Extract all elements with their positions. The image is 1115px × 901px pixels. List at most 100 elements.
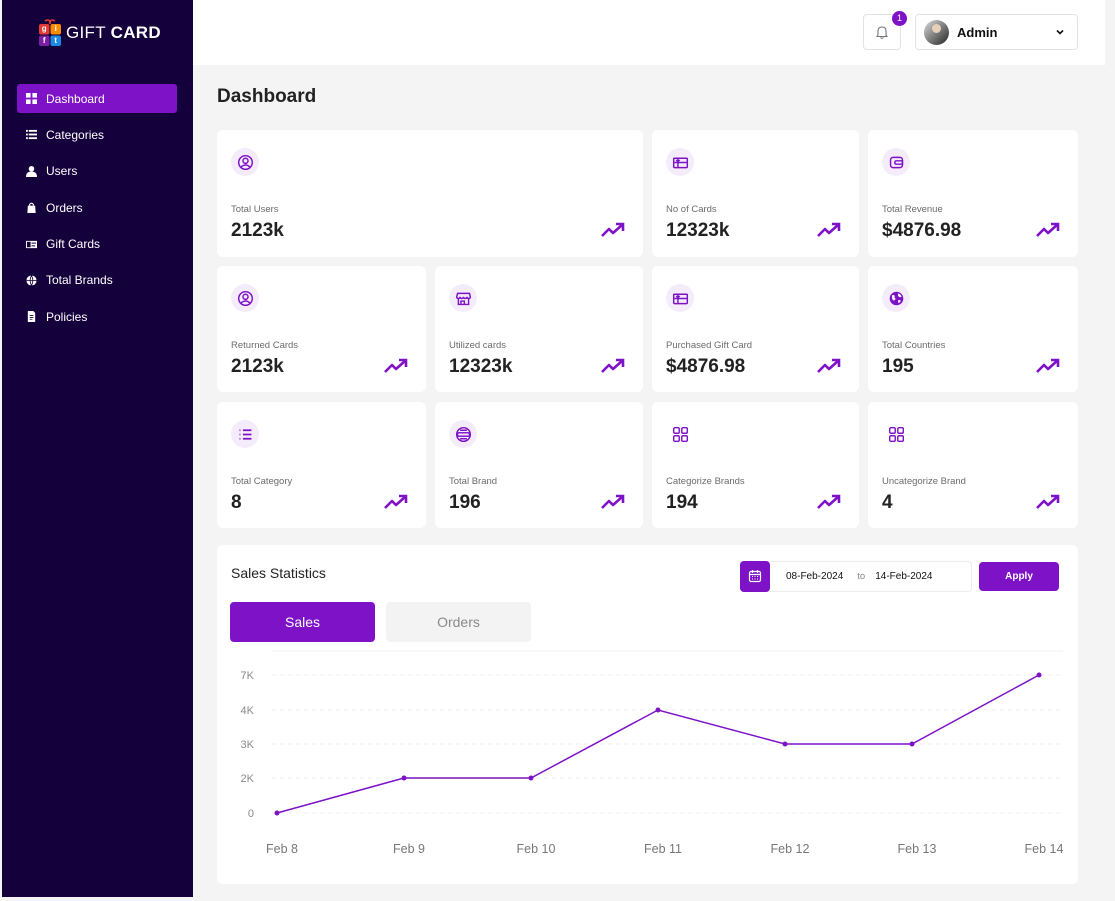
x-tick-label: Feb 14	[1025, 842, 1064, 856]
store-icon	[449, 284, 477, 312]
sales-statistics-panel: Sales Statistics 08-Feb-2024 to 14-Feb-2…	[217, 545, 1078, 884]
card-value: 4	[882, 492, 893, 513]
user-name: Admin	[957, 24, 998, 40]
list-icon	[231, 420, 259, 448]
stat-card-total-brand: Total Brand 196	[435, 402, 643, 528]
sidebar-item-label: Dashboard	[46, 91, 105, 106]
logo-letter: t	[54, 35, 58, 45]
logo-letter: i	[54, 24, 57, 33]
notification-badge: 1	[892, 11, 907, 26]
globe-icon	[882, 284, 910, 312]
sidebar-item-label: Users	[46, 164, 78, 179]
logo-letter: g	[41, 24, 47, 33]
sidebar-item-orders[interactable]: Orders	[17, 193, 177, 222]
stat-card-total-revenue: Total Revenue $4876.98	[868, 130, 1078, 257]
card-label: Returned Cards	[231, 340, 299, 351]
logo-letter: f	[42, 35, 46, 45]
user-circle-icon	[231, 284, 259, 312]
data-point[interactable]	[655, 707, 661, 713]
y-tick-label: 7K	[241, 670, 255, 682]
y-tick-label: 2K	[241, 773, 255, 785]
trending-up-icon	[384, 358, 408, 373]
stat-card-returned-cards: Returned Cards 2123k	[217, 266, 426, 392]
data-point[interactable]	[1036, 672, 1042, 678]
stat-card-uncategorize-brand: Uncategorize Brand 4	[868, 402, 1078, 528]
sidebar: g i f t GIFT CARD Dashboard Categories U…	[2, 0, 193, 897]
y-tick-label: 0	[248, 808, 254, 820]
x-tick-label: Feb 11	[644, 842, 682, 856]
card-value: 12323k	[449, 356, 513, 377]
app-logo[interactable]: g i f t GIFT CARD	[38, 18, 161, 48]
sidebar-item-label: Orders	[46, 200, 83, 215]
bag-icon	[26, 202, 37, 214]
sidebar-item-label: Gift Cards	[46, 237, 101, 252]
wallet-icon	[882, 148, 910, 176]
gift-card-icon	[666, 148, 694, 176]
card-label: Categorize Brands	[666, 476, 745, 487]
card-value: 195	[882, 356, 914, 377]
card-value: 2123k	[231, 220, 284, 241]
card-value: 194	[666, 492, 698, 513]
sidebar-item-label: Categories	[46, 127, 105, 142]
card-value: $4876.98	[882, 220, 962, 241]
grid-icon	[26, 93, 37, 104]
user-icon	[26, 165, 37, 177]
stat-card-total-countries: Total Countries 195	[868, 266, 1078, 392]
card-label: Uncategorize Brand	[882, 476, 966, 487]
brand-name-light: GIFT	[66, 23, 106, 42]
sidebar-item-label: Total Brands	[46, 273, 113, 288]
card-value: 2123k	[231, 356, 284, 377]
stat-card-total-category: Total Category 8	[217, 402, 426, 528]
trending-up-icon	[1036, 222, 1060, 237]
card-label: Utilized cards	[449, 340, 507, 351]
data-point[interactable]	[528, 775, 534, 781]
sidebar-item-gift-cards[interactable]: Gift Cards	[17, 230, 177, 259]
stat-card-purchased-gift-card: Purchased Gift Card $4876.98	[652, 266, 859, 392]
stat-card-total-users: Total Users 2123k	[217, 130, 643, 257]
page-title: Dashboard	[217, 86, 317, 107]
stat-card-utilized-cards: Utilized cards 12323k	[435, 266, 643, 392]
gift-card-icon	[666, 284, 694, 312]
trending-up-icon	[817, 222, 841, 237]
trending-up-icon	[601, 358, 625, 373]
user-menu-dropdown[interactable]: Admin	[915, 14, 1078, 50]
avatar	[924, 19, 949, 45]
data-point[interactable]	[782, 741, 788, 747]
trending-up-icon	[384, 494, 408, 509]
notification-button[interactable]: 1	[863, 11, 907, 50]
sales-line-chart: 0 2K 3K 4K 7K Feb 8 Feb 9 Feb 10 Feb 11 Feb 12 Feb…	[241, 650, 1064, 856]
card-label: Total Users	[231, 204, 279, 215]
brand-name-bold: CARD	[110, 23, 161, 42]
sidebar-nav: Dashboard Categories Users Orders Gift C…	[17, 84, 177, 339]
data-point[interactable]	[909, 741, 915, 747]
trending-up-icon	[1036, 358, 1060, 373]
x-tick-label: Feb 13	[898, 842, 937, 856]
top-bar: 1 Admin	[193, 0, 1105, 65]
sidebar-item-dashboard[interactable]: Dashboard	[17, 84, 177, 113]
card-label: Purchased Gift Card	[666, 340, 753, 351]
y-tick-label: 4K	[241, 705, 255, 717]
gift-logo-icon: g i f t	[38, 18, 62, 48]
brand-badge-icon	[449, 420, 477, 448]
trending-up-icon	[601, 494, 625, 509]
sidebar-item-label: Policies	[46, 309, 88, 324]
sidebar-item-policies[interactable]: Policies	[17, 302, 177, 331]
globe-icon	[26, 275, 37, 286]
x-tick-label: Feb 12	[771, 842, 810, 856]
user-circle-icon	[231, 148, 259, 176]
apps-icon	[882, 420, 910, 448]
sidebar-item-users[interactable]: Users	[17, 157, 177, 186]
y-tick-label: 3K	[241, 739, 255, 751]
data-point[interactable]	[401, 775, 407, 781]
chevron-down-icon	[1056, 29, 1064, 35]
card-value: 8	[231, 492, 242, 513]
sidebar-item-total-brands[interactable]: Total Brands	[17, 266, 177, 295]
card-label: Total Brand	[449, 476, 498, 487]
brand-name: GIFT CARD	[66, 23, 161, 43]
data-point[interactable]	[274, 810, 280, 816]
stat-card-no-of-cards: No of Cards 12323k	[652, 130, 859, 257]
x-tick-label: Feb 8	[266, 842, 298, 856]
trending-up-icon	[601, 222, 625, 237]
sidebar-item-categories[interactable]: Categories	[17, 120, 177, 149]
document-icon	[26, 311, 37, 323]
